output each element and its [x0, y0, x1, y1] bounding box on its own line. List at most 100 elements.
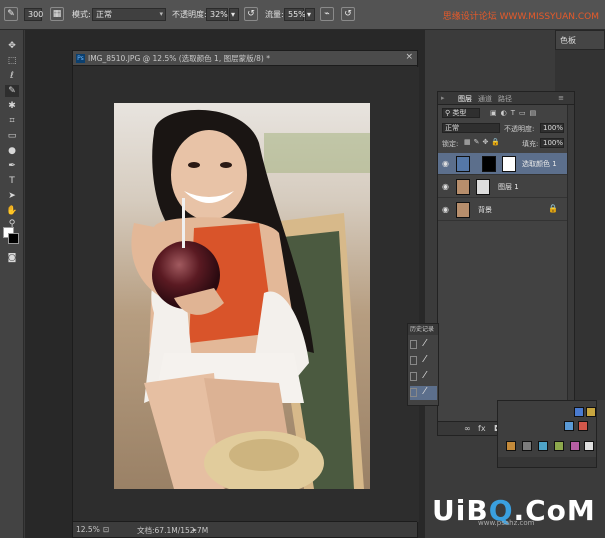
- document-info: 文档:67.1M/152.7M: [137, 526, 209, 535]
- adjustment-thumbnail: [456, 156, 470, 172]
- adjust-icon[interactable]: [578, 421, 588, 431]
- brush-tool-icon[interactable]: ✎: [5, 85, 19, 97]
- filter-icons[interactable]: ▣◐T▭▤: [490, 109, 540, 117]
- swatches-panel-tab[interactable]: 色板: [555, 30, 605, 50]
- history-step-current[interactable]: ⁄: [410, 386, 437, 400]
- history-step[interactable]: ⁄: [410, 338, 437, 352]
- mask-thumbnail[interactable]: [482, 156, 496, 172]
- tab-layers[interactable]: 图层: [458, 94, 472, 104]
- layer-opacity-field[interactable]: 100%: [540, 123, 564, 133]
- flow-field[interactable]: 55%: [284, 8, 306, 21]
- marquee-tool-icon[interactable]: ⬚: [5, 55, 19, 67]
- quick-mask-icon[interactable]: ◙: [5, 252, 19, 264]
- flow-dropdown[interactable]: ▾: [305, 8, 315, 21]
- move-tool-icon[interactable]: ✥: [5, 40, 19, 52]
- tools-panel: ✥ ⬚ ℓ ✎ ✱ ⌗ ▭ ● ✒ T ➤ ✋ ⚲ ◙: [0, 30, 24, 538]
- path-select-tool-icon[interactable]: ➤: [5, 190, 19, 202]
- brush-icon: ⁄: [424, 354, 426, 365]
- quick-select-tool-icon[interactable]: ✱: [5, 100, 19, 112]
- photo-canvas[interactable]: [114, 103, 370, 489]
- mode-value: 正常: [96, 10, 112, 19]
- lock-label: 锁定:: [442, 140, 459, 148]
- pressure-opacity-icon[interactable]: ↺: [244, 7, 258, 21]
- opacity-label: 不透明度:: [172, 10, 207, 19]
- layer-mask-thumbnail[interactable]: [476, 179, 490, 195]
- panel-menu-icon[interactable]: ≡: [558, 94, 564, 102]
- adjust-icon[interactable]: [564, 421, 574, 431]
- fx-icon[interactable]: fx: [478, 424, 486, 433]
- pen-tool-icon[interactable]: ✒: [5, 160, 19, 172]
- opacity-dropdown[interactable]: ▾: [229, 8, 239, 21]
- history-step[interactable]: ⁄: [410, 370, 437, 384]
- swatches-label: 色板: [560, 36, 576, 45]
- hand-tool-icon[interactable]: ✋: [5, 205, 19, 217]
- dodge-tool-icon[interactable]: ●: [5, 145, 19, 157]
- brush-panel-icon[interactable]: ▦: [50, 7, 64, 21]
- uibq-logo: UiBQ.CoM www.psahz.com: [432, 494, 596, 530]
- tab-paths[interactable]: 路径: [498, 94, 512, 104]
- document-tab[interactable]: Ps IMG_8510.JPG @ 12.5% (选取颜色 1, 图层蒙版/8)…: [73, 51, 417, 66]
- adjust-icon[interactable]: [554, 441, 564, 451]
- adjust-icon[interactable]: [522, 441, 532, 451]
- layer-thumbnail: [456, 202, 470, 218]
- mode-select[interactable]: 正常 ▾: [92, 8, 166, 21]
- lock-row: 锁定: ▦✎✥🔒 填充: 100%: [438, 138, 574, 150]
- mask-thumbnail-white[interactable]: [502, 156, 516, 172]
- layers-scrollbar[interactable]: [567, 105, 574, 422]
- history-step[interactable]: ⁄: [410, 354, 437, 368]
- blend-row: 正常 不透明度: 100%: [438, 123, 574, 135]
- zoom-level[interactable]: 12.5%: [76, 525, 100, 534]
- layer-row-layer1[interactable]: ◉ 图层 1: [438, 176, 574, 198]
- close-icon[interactable]: ×: [405, 52, 413, 62]
- ps-file-icon: Ps: [76, 54, 85, 63]
- adjust-icon[interactable]: [538, 441, 548, 451]
- layer-row-selective-color[interactable]: ◉ 选取颜色 1: [438, 153, 574, 175]
- site-watermark: 思缘设计论坛 WWW.MISSYUAN.COM: [442, 12, 599, 22]
- fill-field[interactable]: 100%: [540, 138, 564, 148]
- eraser-tool-icon[interactable]: ▭: [5, 130, 19, 142]
- adjust-icon[interactable]: [570, 441, 580, 451]
- eye-icon[interactable]: ◉: [442, 182, 449, 191]
- layer-filter-row: ⚲ 类型 ▣◐T▭▤: [438, 108, 574, 120]
- chevron-down-icon: ▾: [231, 10, 236, 19]
- status-menu-icon[interactable]: ▸: [193, 525, 197, 534]
- logo-url: www.psahz.com: [478, 519, 535, 527]
- layer-row-background[interactable]: ◉ 背景 🔒: [438, 199, 574, 221]
- kind-filter-select[interactable]: ⚲ 类型: [442, 108, 480, 118]
- tab-channels[interactable]: 通道: [478, 94, 492, 104]
- history-panel-title[interactable]: 历史记录: [408, 324, 438, 335]
- lock-icons[interactable]: ▦✎✥🔒: [464, 138, 503, 146]
- brush-preset-icon[interactable]: ✎: [4, 7, 18, 21]
- lasso-tool-icon[interactable]: ℓ: [5, 70, 19, 82]
- type-tool-icon[interactable]: T: [5, 175, 19, 187]
- adjust-icon[interactable]: [574, 407, 584, 417]
- opacity-field[interactable]: 32%: [206, 8, 228, 21]
- adjust-icon[interactable]: [586, 407, 596, 417]
- history-source-box: [410, 388, 417, 397]
- link-icon[interactable]: ∞: [464, 424, 471, 433]
- eye-icon[interactable]: ◉: [442, 205, 449, 214]
- brush-size-field[interactable]: 300: [24, 8, 43, 21]
- layers-panel: ▸ 图层 通道 路径 ≡ ⚲ 类型 ▣◐T▭▤ 正常 不透明度: 100% 锁定…: [437, 91, 575, 436]
- background-color-swatch[interactable]: [8, 233, 19, 244]
- airbrush-icon[interactable]: ⌁: [320, 7, 334, 21]
- pressure-size-icon[interactable]: ↺: [341, 7, 355, 21]
- adjust-icon[interactable]: [506, 441, 516, 451]
- status-icon: ⊡: [103, 525, 110, 534]
- panel-collapse-icon[interactable]: ▸: [441, 94, 445, 102]
- options-bar: ✎ 300 ▦ 模式: 正常 ▾ 不透明度: 32% ▾ ↺ 流量: 55% ▾…: [0, 0, 605, 30]
- layer-name: 图层 1: [498, 183, 519, 191]
- mode-label: 模式:: [72, 10, 91, 19]
- adjust-icon[interactable]: [584, 441, 594, 451]
- crop-tool-icon[interactable]: ⌗: [5, 115, 19, 127]
- layer-name: 背景: [478, 206, 492, 214]
- document-title: IMG_8510.JPG @ 12.5% (选取颜色 1, 图层蒙版/8) *: [88, 54, 270, 63]
- eye-icon[interactable]: ◉: [442, 159, 449, 168]
- blend-mode-select[interactable]: 正常: [442, 123, 500, 133]
- history-source-box: [410, 356, 417, 365]
- layer-name: 选取颜色 1: [522, 160, 557, 168]
- layers-panel-tabs: ▸ 图层 通道 路径 ≡: [438, 92, 574, 105]
- photo-image: [114, 103, 370, 489]
- brush-icon: ⁄: [424, 370, 426, 381]
- chevron-down-icon: ▾: [159, 10, 163, 18]
